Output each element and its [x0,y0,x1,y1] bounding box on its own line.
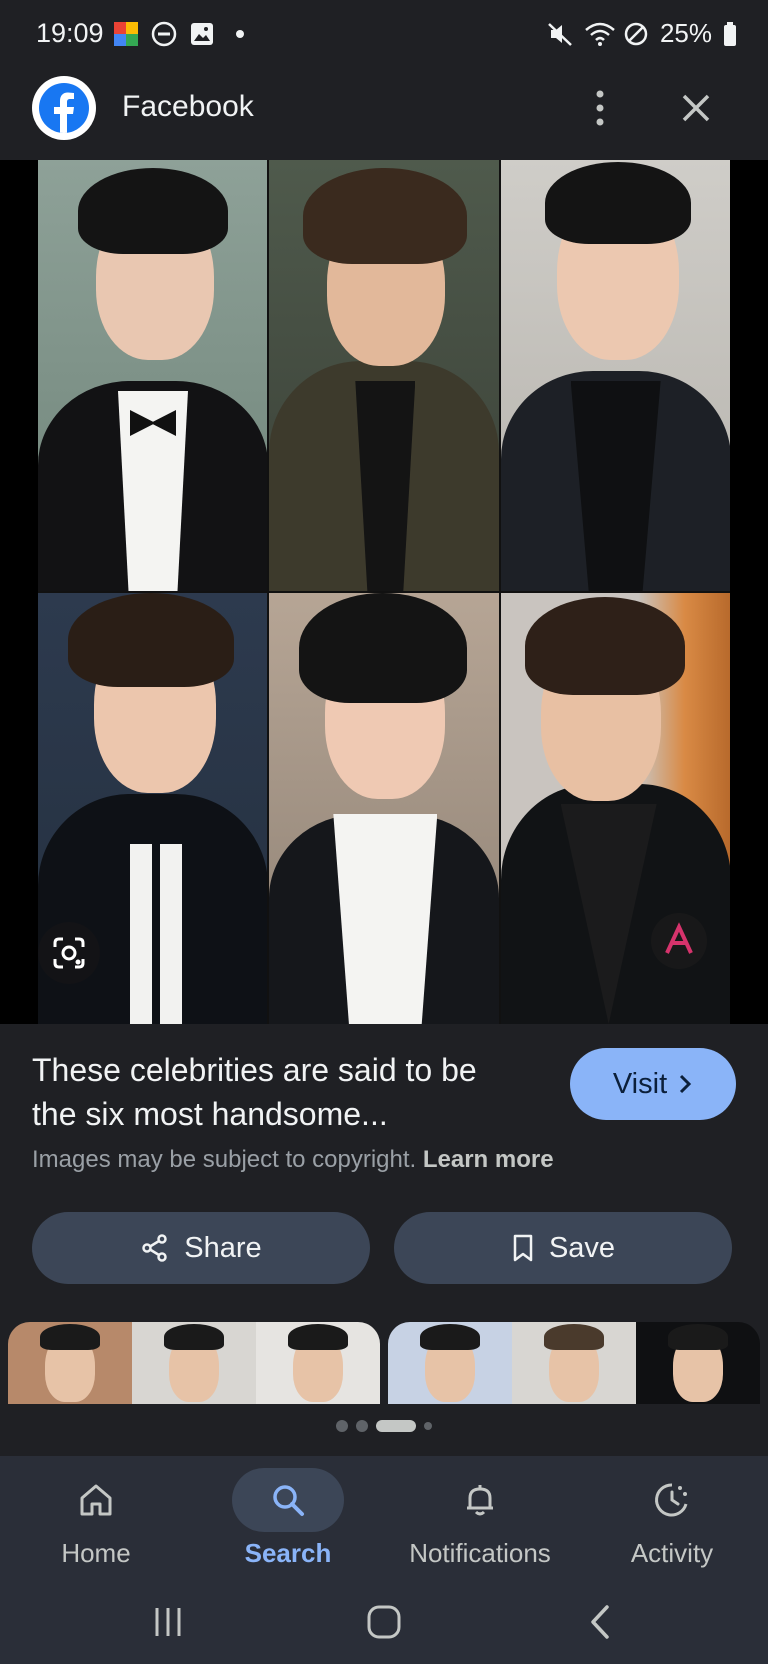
mute-icon [546,20,574,48]
more-vert-icon [596,90,604,126]
bottom-navigation: Home Search Notifications Activity [0,1456,768,1584]
collage-photo [269,593,499,1024]
home-icon [80,1484,112,1516]
activity-icon [655,1483,688,1517]
share-label: Share [184,1231,262,1264]
collage-photo [38,160,268,591]
related-image-card[interactable] [8,1322,380,1404]
result-title: These celebrities are said to be the six… [32,1052,477,1132]
learn-more-link[interactable]: Learn more [423,1146,554,1173]
collage-photo [500,593,730,1024]
google-lens-icon [53,937,85,969]
nav-notifications[interactable]: Notifications [384,1456,576,1584]
recent-apps-button[interactable] [138,1598,198,1646]
google-lens-button[interactable] [38,922,100,984]
carousel-dot-active [376,1420,416,1432]
collage-photo [269,160,499,591]
visit-label: Visit [612,1067,668,1100]
home-system-button[interactable] [354,1598,414,1646]
carousel-dot [336,1420,348,1432]
bell-icon [467,1485,493,1516]
battery-icon [722,20,738,48]
chevron-right-icon [680,1074,692,1094]
nav-notifications-label: Notifications [409,1538,551,1568]
recent-apps-icon [155,1608,181,1636]
wifi-icon [584,20,615,48]
battery-percent: 25% [659,18,712,48]
save-label: Save [548,1231,616,1264]
share-icon [142,1234,168,1262]
google-photos-icon [112,20,140,48]
asian-drama-logo [650,913,707,969]
nav-search[interactable]: Search [192,1456,384,1584]
carousel-dot [356,1420,368,1432]
nav-search-label: Search [244,1538,332,1568]
copyright-text: Images may be subject to copyright. [32,1146,417,1173]
system-navigation-bar [0,1584,768,1664]
status-time: 19:09 [36,18,104,48]
facebook-logo [32,76,96,140]
more-options-button[interactable] [584,84,616,132]
dnd-icon [150,20,178,48]
home-circle-icon [367,1605,401,1639]
back-icon [591,1605,609,1639]
nav-activity-label: Activity [630,1538,714,1568]
visit-button[interactable]: Visit [570,1048,736,1120]
related-images [0,1322,768,1404]
bookmark-icon [513,1234,533,1262]
photo-collage [38,160,730,1024]
collage-photo [500,160,730,591]
back-button[interactable] [570,1598,630,1646]
app-title: Facebook [122,90,254,123]
copyright-notice: Images may be subject to copyright. Lear… [32,1146,554,1174]
dot-icon [226,20,254,48]
related-image-card[interactable] [388,1322,760,1404]
close-button[interactable] [676,88,716,128]
gallery-icon [188,20,216,48]
carousel-indicator [0,1420,768,1432]
carousel-dot [424,1422,432,1430]
app-header: Facebook [0,72,768,160]
share-button[interactable]: Share [32,1212,370,1284]
nav-home-label: Home [61,1538,131,1568]
close-icon [682,94,710,122]
nav-home[interactable]: Home [0,1456,192,1584]
save-button[interactable]: Save [394,1212,732,1284]
search-icon [273,1485,304,1516]
status-bar: 19:09 25% [0,0,768,72]
image-preview[interactable] [0,160,768,1024]
no-sim-icon [622,20,650,48]
nav-activity[interactable]: Activity [576,1456,768,1584]
